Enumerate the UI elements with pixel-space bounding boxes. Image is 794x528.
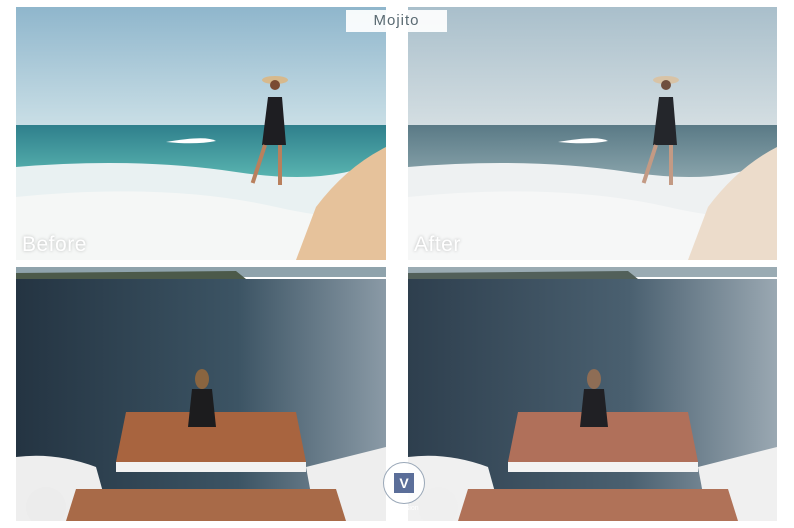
before-label: Before: [22, 233, 87, 256]
before-beach-photo: [16, 7, 386, 260]
brand-name: ON Vision: [387, 505, 419, 512]
after-beach-photo: [408, 7, 777, 260]
brand-logo: V: [383, 462, 425, 504]
after-boat-photo: [408, 267, 777, 521]
brand-mark: V: [394, 473, 414, 493]
brand-badge: V ON Vision: [381, 462, 425, 520]
after-label: After: [414, 233, 461, 256]
before-boat-photo: [16, 267, 386, 521]
preset-title: Mojito: [346, 10, 447, 32]
